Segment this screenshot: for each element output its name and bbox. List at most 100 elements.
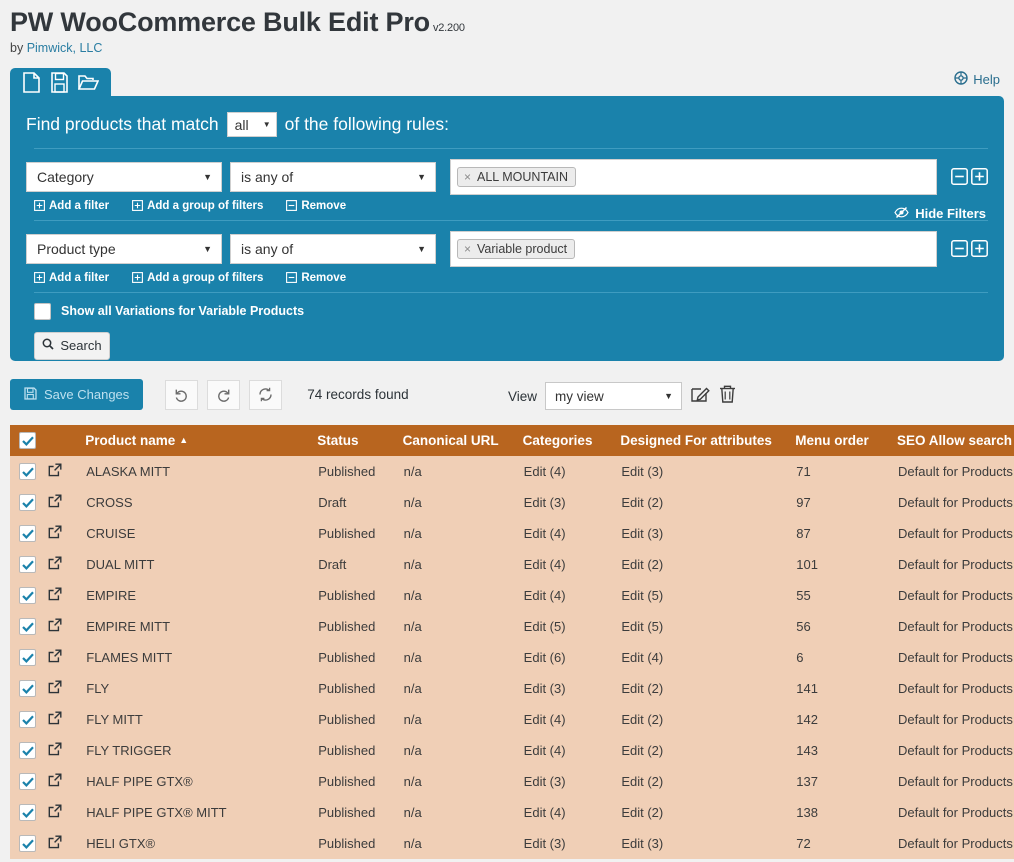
row-select-checkbox[interactable]	[19, 556, 36, 573]
row-select-checkbox[interactable]	[19, 618, 36, 635]
table-row[interactable]: FLAMES MITT Published n/a Edit (6) Edit (4) 6…	[10, 642, 1014, 673]
row-categories-edit-link[interactable]: Edit (3)	[522, 487, 621, 518]
column-header-product-name[interactable]: Product name ▲	[85, 425, 318, 456]
row-select-checkbox[interactable]	[19, 773, 36, 790]
table-row[interactable]: CRUISE Published n/a Edit (4) Edit (3) 87 Defa…	[10, 518, 1014, 549]
external-link-icon[interactable]	[48, 463, 85, 480]
external-link-icon[interactable]	[48, 618, 85, 635]
row-select-checkbox[interactable]	[19, 835, 36, 852]
row-select-checkbox[interactable]	[19, 804, 36, 821]
row-categories-edit-link[interactable]: Edit (3)	[522, 766, 621, 797]
add-a-filter-link-2[interactable]: Add a filter	[34, 272, 109, 284]
row-select-checkbox[interactable]	[19, 742, 36, 759]
row-attributes-edit-link[interactable]: Edit (2)	[620, 704, 796, 735]
table-row[interactable]: EMPIRE MITT Published n/a Edit (5) Edit (5) 5…	[10, 611, 1014, 642]
edit-view-button[interactable]	[690, 384, 710, 409]
vendor-link[interactable]: Pimwick, LLC	[27, 41, 103, 55]
filter-value-chip-1[interactable]: × ALL MOUNTAIN	[457, 166, 577, 187]
column-header-designed-for-attributes[interactable]: Designed For attributes	[620, 425, 796, 456]
row-categories-edit-link[interactable]: Edit (4)	[522, 704, 621, 735]
view-select[interactable]: my view ▼	[545, 382, 682, 410]
search-button[interactable]: Search	[34, 331, 110, 360]
row-attributes-edit-link[interactable]: Edit (2)	[620, 735, 796, 766]
row-attributes-edit-link[interactable]: Edit (2)	[620, 797, 796, 828]
row-attributes-edit-link[interactable]: Edit (3)	[620, 456, 796, 487]
filter-field-select-2[interactable]: Product type ▼	[26, 233, 222, 264]
row-attributes-edit-link[interactable]: Edit (2)	[620, 487, 796, 518]
external-link-icon[interactable]	[48, 587, 85, 604]
remove-chip-icon[interactable]: ×	[464, 242, 471, 256]
table-row[interactable]: CROSS Draft n/a Edit (3) Edit (2) 97 Default f…	[10, 487, 1014, 518]
row-attributes-edit-link[interactable]: Edit (3)	[620, 828, 796, 859]
remove-chip-icon[interactable]: ×	[464, 170, 471, 184]
filter-value-input-2[interactable]: × Variable product	[450, 230, 937, 267]
filter-value-chip-2[interactable]: × Variable product	[457, 238, 576, 259]
row-select-checkbox[interactable]	[19, 680, 36, 697]
remove-filter-link-2[interactable]: Remove	[286, 272, 346, 284]
column-header-categories[interactable]: Categories	[522, 425, 621, 456]
row-attributes-edit-link[interactable]: Edit (2)	[620, 549, 796, 580]
table-row[interactable]: DUAL MITT Draft n/a Edit (4) Edit (2) 101 Defa…	[10, 549, 1014, 580]
remove-filter-row-icon-2[interactable]	[951, 240, 968, 258]
add-filter-row-icon-2[interactable]	[971, 240, 988, 258]
filter-field-select-1[interactable]: Category ▼	[26, 161, 222, 192]
row-categories-edit-link[interactable]: Edit (4)	[522, 549, 621, 580]
open-folder-icon[interactable]	[78, 72, 99, 93]
table-row[interactable]: FLY Published n/a Edit (3) Edit (2) 141 Defaul…	[10, 673, 1014, 704]
table-row[interactable]: HALF PIPE GTX® Published n/a Edit (3) Edit (…	[10, 766, 1014, 797]
add-group-of-filters-link-2[interactable]: Add a group of filters	[132, 272, 263, 284]
row-attributes-edit-link[interactable]: Edit (2)	[620, 673, 796, 704]
row-categories-edit-link[interactable]: Edit (4)	[522, 518, 621, 549]
save-changes-button[interactable]: Save Changes	[10, 379, 144, 411]
external-link-icon[interactable]	[48, 525, 85, 542]
row-select-checkbox[interactable]	[19, 587, 36, 604]
table-row[interactable]: ALASKA MITT Published n/a Edit (4) Edit (3) 7…	[10, 456, 1014, 487]
help-link[interactable]: Help	[954, 70, 1000, 88]
row-select-checkbox[interactable]	[19, 711, 36, 728]
row-categories-edit-link[interactable]: Edit (4)	[522, 735, 621, 766]
row-attributes-edit-link[interactable]: Edit (4)	[620, 642, 796, 673]
external-link-icon[interactable]	[48, 649, 85, 666]
row-select-checkbox[interactable]	[19, 463, 36, 480]
save-disk-icon[interactable]	[50, 71, 69, 93]
external-link-icon[interactable]	[48, 494, 85, 511]
add-filter-row-icon-1[interactable]	[971, 168, 988, 186]
column-header-status[interactable]: Status	[317, 425, 403, 456]
external-link-icon[interactable]	[48, 804, 85, 821]
undo-button[interactable]	[165, 379, 199, 410]
row-select-checkbox[interactable]	[19, 494, 36, 511]
table-row[interactable]: HALF PIPE GTX® MITT Published n/a Edit (4) E…	[10, 797, 1014, 828]
row-attributes-edit-link[interactable]: Edit (5)	[620, 580, 796, 611]
table-row[interactable]: HELI GTX® Published n/a Edit (3) Edit (3) 72 D…	[10, 828, 1014, 859]
column-header-seo-allow-search-engines[interactable]: SEO Allow search eng	[897, 425, 1014, 456]
hide-filters-button[interactable]: Hide Filters	[894, 206, 986, 222]
table-row[interactable]: FLY TRIGGER Published n/a Edit (4) Edit (2) 1…	[10, 735, 1014, 766]
filter-operator-select-2[interactable]: is any of ▼	[230, 233, 436, 264]
show-variations-checkbox[interactable]	[34, 302, 51, 320]
row-attributes-edit-link[interactable]: Edit (3)	[620, 518, 796, 549]
filter-operator-select-1[interactable]: is any of ▼	[230, 161, 436, 192]
redo-button[interactable]	[207, 379, 241, 410]
table-row[interactable]: FLY MITT Published n/a Edit (4) Edit (2) 142 D…	[10, 704, 1014, 735]
refresh-button[interactable]	[249, 379, 283, 410]
row-categories-edit-link[interactable]: Edit (3)	[522, 828, 621, 859]
row-categories-edit-link[interactable]: Edit (4)	[522, 580, 621, 611]
match-mode-select[interactable]: all ▼	[226, 112, 277, 138]
external-link-icon[interactable]	[48, 835, 85, 852]
table-row[interactable]: EMPIRE Published n/a Edit (4) Edit (5) 55 Defa…	[10, 580, 1014, 611]
row-attributes-edit-link[interactable]: Edit (5)	[620, 611, 796, 642]
column-header-canonical-url[interactable]: Canonical URL	[402, 425, 523, 456]
row-categories-edit-link[interactable]: Edit (5)	[522, 611, 621, 642]
external-link-icon[interactable]	[48, 556, 85, 573]
remove-filter-row-icon-1[interactable]	[951, 168, 968, 186]
add-group-of-filters-link-1[interactable]: Add a group of filters	[132, 200, 263, 212]
row-categories-edit-link[interactable]: Edit (4)	[522, 456, 621, 487]
row-categories-edit-link[interactable]: Edit (3)	[522, 673, 621, 704]
filter-value-input-1[interactable]: × ALL MOUNTAIN	[450, 158, 937, 195]
row-categories-edit-link[interactable]: Edit (4)	[522, 797, 621, 828]
new-file-icon[interactable]	[22, 71, 41, 93]
external-link-icon[interactable]	[48, 680, 85, 697]
select-all-checkbox[interactable]	[19, 432, 36, 449]
add-a-filter-link-1[interactable]: Add a filter	[34, 200, 109, 212]
external-link-icon[interactable]	[48, 742, 85, 759]
